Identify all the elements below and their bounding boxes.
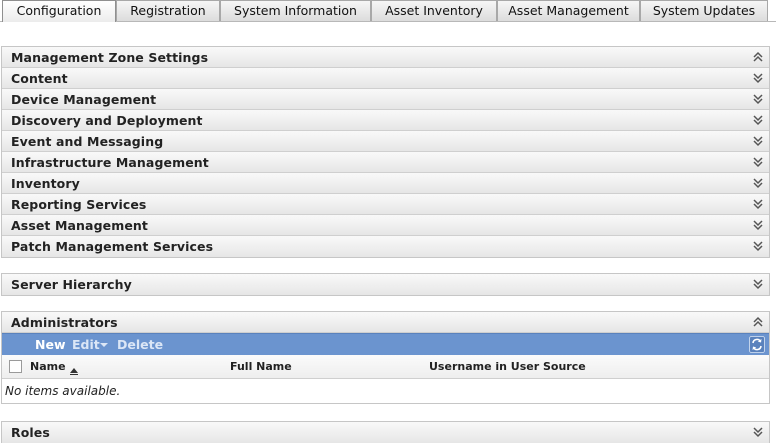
tab-registration[interactable]: Registration (116, 0, 220, 21)
settings-item-event-and-messaging[interactable]: Event and Messaging (2, 131, 769, 152)
roles-header[interactable]: Roles (2, 422, 769, 443)
chevron-up-double-icon[interactable] (751, 49, 765, 65)
settings-item-label: Asset Management (11, 218, 148, 233)
chevron-down-double-icon[interactable] (751, 133, 765, 149)
refresh-icon[interactable] (749, 336, 765, 353)
new-button[interactable]: New (35, 337, 66, 352)
delete-button[interactable]: Delete (117, 337, 163, 352)
sort-ascending-icon[interactable] (70, 364, 78, 378)
settings-item-patch-management-services[interactable]: Patch Management Services (2, 236, 769, 257)
chevron-down-double-icon[interactable] (751, 196, 765, 212)
main-tab-bar: Configuration Registration System Inform… (0, 0, 776, 22)
column-header-username[interactable]: Username in User Source (429, 360, 586, 373)
administrators-panel: Administrators New Edit Delete Name Full… (1, 311, 770, 404)
administrators-header[interactable]: Administrators (2, 312, 769, 333)
roles-panel: Roles (1, 421, 770, 443)
chevron-down-double-icon[interactable] (751, 217, 765, 233)
settings-item-label: Patch Management Services (11, 239, 214, 254)
chevron-down-double-icon[interactable] (751, 112, 765, 128)
server-hierarchy-panel: Server Hierarchy (1, 273, 770, 296)
settings-item-label: Discovery and Deployment (11, 113, 203, 128)
chevron-down-double-icon[interactable] (751, 175, 765, 191)
tab-asset-inventory[interactable]: Asset Inventory (371, 0, 497, 21)
settings-item-content[interactable]: Content (2, 68, 769, 89)
administrators-table-header: Name Full Name Username in User Source (2, 355, 769, 379)
edit-button[interactable]: Edit (72, 337, 100, 352)
management-zone-settings-panel: Management Zone Settings Content Device … (1, 46, 770, 258)
server-hierarchy-header[interactable]: Server Hierarchy (2, 274, 769, 295)
settings-item-inventory[interactable]: Inventory (2, 173, 769, 194)
chevron-down-double-icon[interactable] (751, 238, 765, 254)
chevron-down-double-icon[interactable] (751, 424, 765, 440)
settings-item-reporting-services[interactable]: Reporting Services (2, 194, 769, 215)
caret-down-icon[interactable] (100, 343, 108, 347)
settings-item-label: Content (11, 71, 68, 86)
chevron-down-double-icon[interactable] (751, 154, 765, 170)
settings-item-label: Device Management (11, 92, 157, 107)
chevron-down-double-icon[interactable] (751, 91, 765, 107)
settings-item-label: Event and Messaging (11, 134, 164, 149)
column-header-full-name[interactable]: Full Name (230, 360, 292, 373)
chevron-down-double-icon[interactable] (751, 70, 765, 86)
tab-system-updates[interactable]: System Updates (640, 0, 768, 21)
chevron-down-double-icon[interactable] (751, 276, 765, 292)
settings-item-label: Inventory (11, 176, 80, 191)
settings-item-asset-management[interactable]: Asset Management (2, 215, 769, 236)
tab-system-information[interactable]: System Information (220, 0, 371, 21)
column-header-name[interactable]: Name (30, 360, 66, 373)
panel-title: Management Zone Settings (11, 50, 209, 65)
tab-asset-management[interactable]: Asset Management (497, 0, 640, 21)
select-all-checkbox[interactable] (9, 360, 22, 373)
settings-item-label: Reporting Services (11, 197, 147, 212)
administrators-toolbar: New Edit Delete (2, 333, 769, 355)
settings-item-label: Infrastructure Management (11, 155, 209, 170)
panel-title: Roles (11, 425, 50, 440)
settings-item-infrastructure-management[interactable]: Infrastructure Management (2, 152, 769, 173)
chevron-up-double-icon[interactable] (751, 314, 765, 330)
settings-item-discovery-and-deployment[interactable]: Discovery and Deployment (2, 110, 769, 131)
management-zone-settings-header[interactable]: Management Zone Settings (2, 47, 769, 68)
tab-configuration[interactable]: Configuration (2, 0, 116, 22)
panel-title: Administrators (11, 315, 118, 330)
settings-item-device-management[interactable]: Device Management (2, 89, 769, 110)
empty-table-message: No items available. (5, 384, 121, 398)
panel-title: Server Hierarchy (11, 277, 132, 292)
